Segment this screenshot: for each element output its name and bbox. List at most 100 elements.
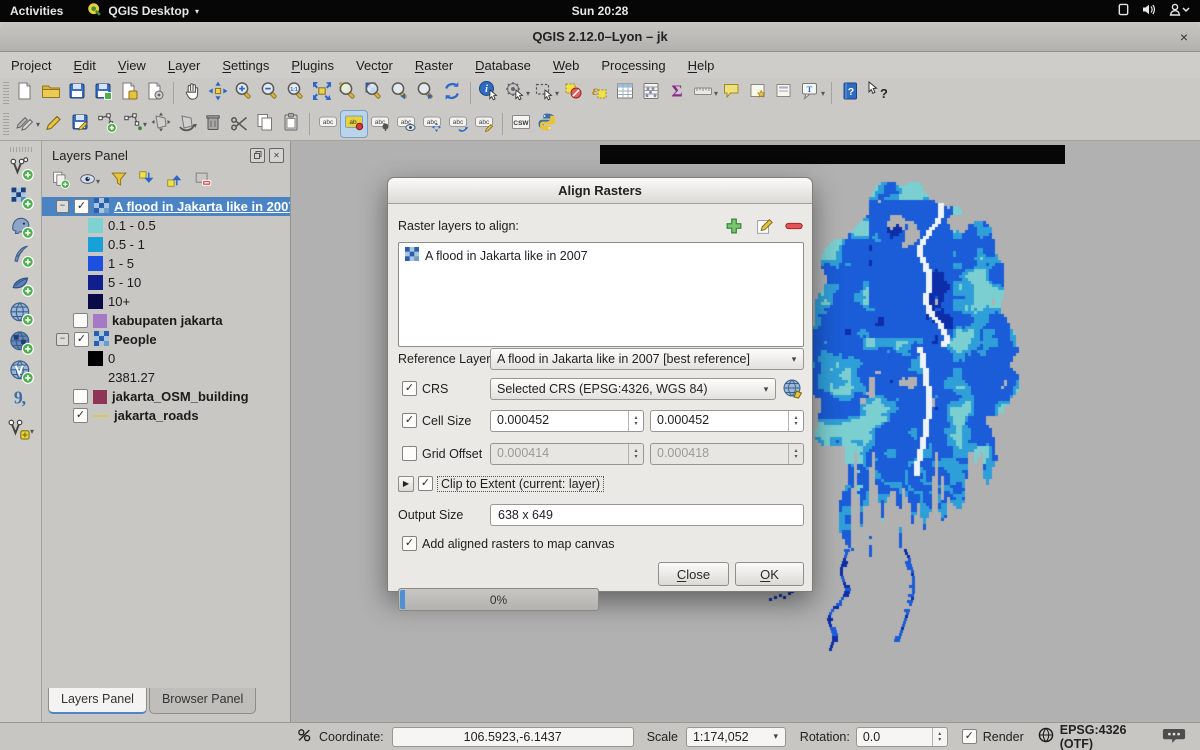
layer-tree-item[interactable]: ✓jakarta_roads: [42, 406, 290, 425]
map-refresh-button[interactable]: [439, 80, 465, 106]
zoom-native-button[interactable]: 1:1: [283, 80, 309, 106]
label-rotate-button[interactable]: abc: [445, 111, 471, 137]
zoom-to-selection-button[interactable]: [335, 80, 361, 106]
pan-to-selection-button[interactable]: [205, 80, 231, 106]
filter-legend-button[interactable]: [109, 169, 129, 194]
coordinate-capture-icon[interactable]: [296, 727, 312, 746]
grid-offset-checkbox[interactable]: [402, 446, 417, 461]
dialog-title-bar[interactable]: Align Rasters: [388, 178, 812, 204]
screen-icon[interactable]: [1117, 3, 1130, 19]
project-open-button[interactable]: [38, 80, 64, 106]
user-menu-icon[interactable]: [1168, 3, 1190, 19]
layer-tree-item[interactable]: 1 - 5: [42, 254, 290, 273]
node-tool-button[interactable]: [119, 111, 145, 137]
attribute-table-button[interactable]: [612, 80, 638, 106]
coordinate-input[interactable]: 106.5923,-6.1437: [392, 727, 634, 747]
add-group-button[interactable]: [50, 169, 70, 194]
label-change-button[interactable]: abc: [471, 111, 497, 137]
new-shapefile-button[interactable]: ▾: [6, 417, 36, 446]
menu-settings[interactable]: Settings: [211, 58, 280, 73]
crs-status-label[interactable]: EPSG:4326 (OTF): [1060, 723, 1162, 750]
remove-raster-button[interactable]: [784, 219, 804, 236]
new-composer-button[interactable]: [116, 80, 142, 106]
csw-button[interactable]: CSW: [508, 111, 534, 137]
layer-checkbox[interactable]: ✓: [74, 199, 89, 214]
collapse-all-button[interactable]: [165, 169, 185, 194]
zoom-full-button[interactable]: [309, 80, 335, 106]
feature-action-button[interactable]: [502, 80, 528, 106]
add-wms-layer-button[interactable]: [6, 301, 36, 330]
ok-button[interactable]: OK: [735, 562, 804, 586]
cell-size-checkbox[interactable]: ✓: [402, 413, 417, 428]
layer-visibility-button[interactable]: ▾: [78, 169, 101, 194]
crs-checkbox[interactable]: ✓: [402, 381, 417, 396]
project-save-button[interactable]: [64, 80, 90, 106]
cell-size-x-spinner[interactable]: 0.000452▴▾: [490, 410, 644, 432]
add-postgis-layer-button[interactable]: [6, 214, 36, 243]
edit-raster-button[interactable]: [754, 216, 774, 239]
layer-tree-item[interactable]: jakarta_OSM_building: [42, 387, 290, 406]
crs-select[interactable]: Selected CRS (EPSG:4326, WGS 84)▾: [490, 378, 776, 400]
menu-processing[interactable]: Processing: [590, 58, 676, 73]
panel-float-button[interactable]: [250, 148, 265, 163]
label-abc-button[interactable]: abc: [315, 111, 341, 137]
select-rectangle-button[interactable]: [531, 80, 557, 106]
statistics-button[interactable]: Σ: [664, 80, 690, 106]
pan-map-button[interactable]: [179, 80, 205, 106]
layer-tree-item[interactable]: 0.5 - 1: [42, 235, 290, 254]
cut-features-button[interactable]: [226, 111, 252, 137]
menu-vector[interactable]: Vector: [345, 58, 404, 73]
add-delimited-layer-button[interactable]: 9,: [6, 388, 36, 417]
remove-layer-button[interactable]: [193, 169, 213, 194]
measure-button[interactable]: [690, 80, 716, 106]
render-checkbox[interactable]: ✓: [962, 729, 977, 744]
add-vector-layer-button[interactable]: [6, 156, 36, 185]
help-contents-button[interactable]: ?: [837, 80, 863, 106]
app-menu-button[interactable]: QGIS Desktop ▾: [87, 2, 199, 20]
expander-icon[interactable]: −: [56, 333, 69, 346]
delete-selected-button[interactable]: [200, 111, 226, 137]
messages-button[interactable]: [1162, 727, 1186, 747]
clip-extent-checkbox[interactable]: ✓: [418, 476, 433, 491]
layer-tree-item[interactable]: 0.1 - 0.5: [42, 216, 290, 235]
rotate-feature-button[interactable]: [174, 111, 200, 137]
layer-labeling-button[interactable]: ab: [341, 111, 367, 137]
layer-tree-item[interactable]: −✓A flood in Jakarta like in 2007: [42, 197, 290, 216]
toggle-editing-button[interactable]: [41, 111, 67, 137]
panel-close-button[interactable]: ✕: [269, 148, 284, 163]
composer-manager-button[interactable]: [142, 80, 168, 106]
layer-checkbox[interactable]: ✓: [73, 408, 88, 423]
scale-select[interactable]: 1:174,052▾: [686, 727, 786, 747]
zoom-next-button[interactable]: [413, 80, 439, 106]
rotation-spinner[interactable]: 0.0▴▾: [856, 727, 948, 747]
window-title-bar[interactable]: QGIS 2.12.0–Lyon – jk ×: [0, 22, 1200, 52]
menu-web[interactable]: Web: [542, 58, 591, 73]
layer-checkbox[interactable]: ✓: [74, 332, 89, 347]
menu-project[interactable]: Project: [0, 58, 62, 73]
zoom-in-button[interactable]: [231, 80, 257, 106]
project-new-button[interactable]: [12, 80, 38, 106]
pin-labels-button[interactable]: abc: [367, 111, 393, 137]
field-calculator-button[interactable]: [638, 80, 664, 106]
menu-edit[interactable]: Edit: [62, 58, 106, 73]
layer-tree-item[interactable]: 10+: [42, 292, 290, 311]
bookmark-new-button[interactable]: [745, 80, 771, 106]
zoom-to-layer-button[interactable]: [361, 80, 387, 106]
zoom-last-button[interactable]: [387, 80, 413, 106]
save-edits-button[interactable]: [67, 111, 93, 137]
expander-icon[interactable]: −: [56, 200, 69, 213]
volume-icon[interactable]: [1142, 3, 1156, 19]
add-wfs-layer-button[interactable]: [6, 359, 36, 388]
add-feature-button[interactable]: [93, 111, 119, 137]
identify-button[interactable]: i: [476, 80, 502, 106]
whats-this-button[interactable]: ?: [863, 80, 889, 106]
clip-extent-expander[interactable]: ▶: [398, 476, 414, 492]
cell-size-y-spinner[interactable]: 0.000452▴▾: [650, 410, 804, 432]
menu-view[interactable]: View: [107, 58, 157, 73]
layer-tree-item[interactable]: −✓People: [42, 330, 290, 349]
layer-tree-item[interactable]: kabupaten jakarta: [42, 311, 290, 330]
menu-raster[interactable]: Raster: [404, 58, 464, 73]
add-raster-button[interactable]: [724, 216, 744, 239]
deselect-all-button[interactable]: [560, 80, 586, 106]
add-spatialite-layer-button[interactable]: [6, 243, 36, 272]
